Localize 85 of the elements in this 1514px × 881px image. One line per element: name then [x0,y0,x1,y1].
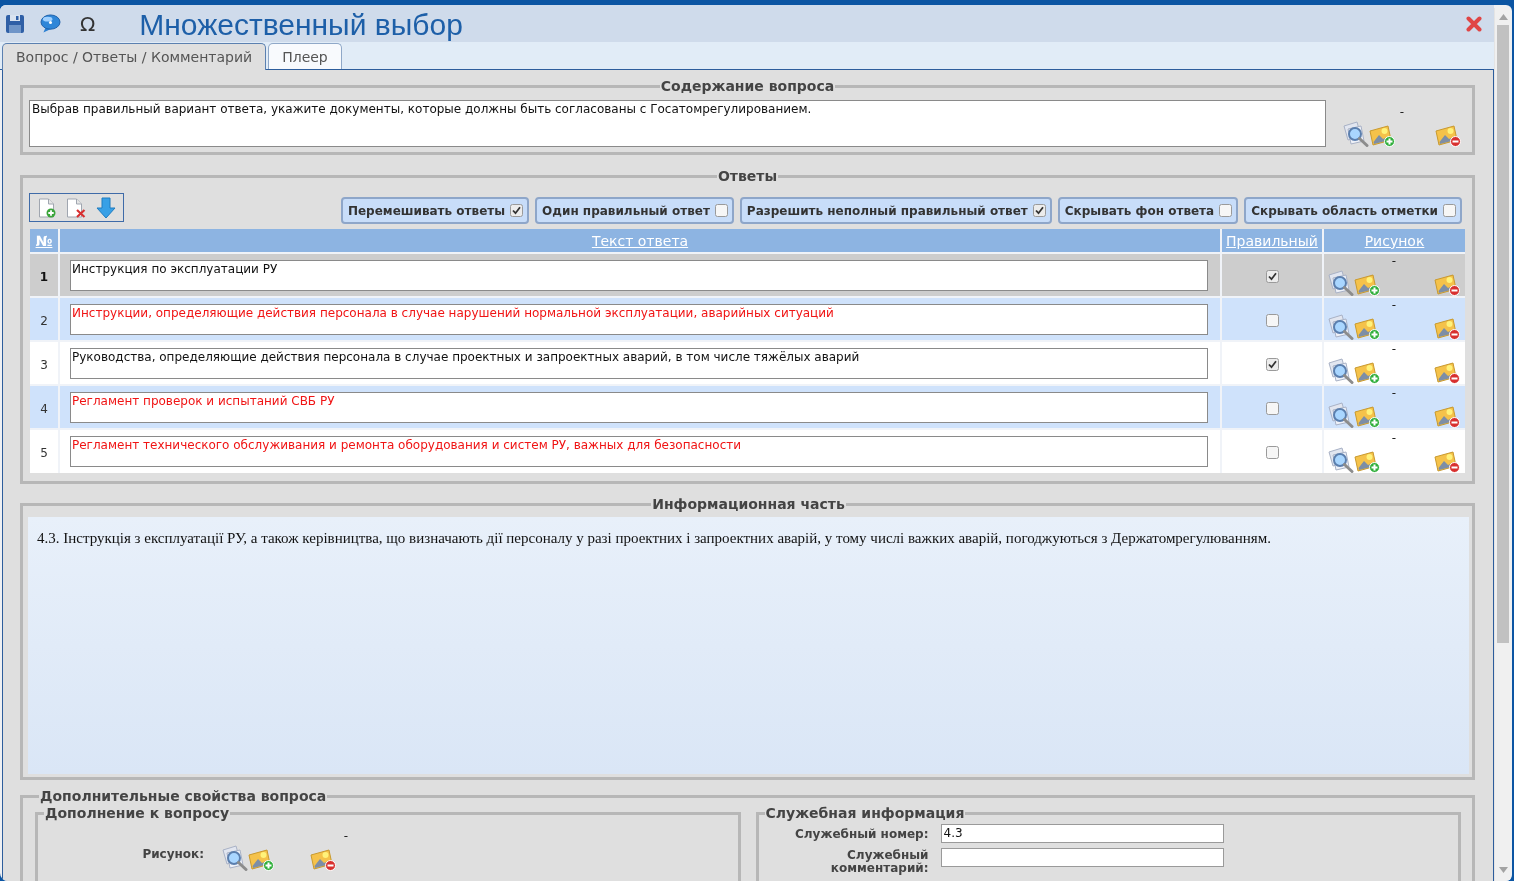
image-remove-icon[interactable] [1434,450,1460,473]
checkbox[interactable] [1265,313,1279,327]
section-title: Информационная часть [651,496,846,513]
image-remove-icon[interactable] [310,849,336,871]
field-label: Служебный комментарий: [830,848,929,875]
checkbox[interactable] [1265,401,1279,415]
section-title: Ответы [716,168,779,185]
row-number: 1 [39,269,49,284]
picture-caption: - [1391,298,1397,312]
answer-row[interactable]: 5 Регламент технического обслуживания и ремонта оборудования и систем РУ, важных для безопасности - [30,429,1465,473]
scrollbar-thumb[interactable] [1497,25,1509,643]
answer-field[interactable]: Инструкция по эксплуатации РУ [70,259,1208,291]
option-toggle[interactable]: Перемешивать ответы [340,197,530,224]
row-number: 3 [40,357,48,372]
answer-row[interactable]: 2 Инструкции, определяющие действия персонала в случае нарушений нормальной эксплуатации, аварийных ситуаций - [30,297,1465,341]
scrollbar[interactable] [1494,8,1511,881]
image-remove-icon[interactable] [1435,125,1461,147]
tab[interactable]: Вопрос / Ответы / Комментарий [2,43,267,70]
image-add-icon[interactable] [1354,362,1380,384]
section-title: Дополнение к вопросу [44,805,231,822]
section-title: Служебная информация [764,805,966,822]
row-number: 4 [40,401,48,416]
magnifier-icon[interactable] [222,845,248,871]
answer-field[interactable]: Руководства, определяющие действия персонала в случае проектных и запроектных аварий, в том числе тяжёлых аварий [70,347,1208,379]
down-arrow-icon[interactable] [96,196,116,219]
checkbox[interactable] [1265,446,1279,459]
checkbox[interactable] [510,204,524,217]
section-title: Содержание вопроса [659,78,836,95]
checkbox[interactable] [1265,269,1279,283]
document-add-icon[interactable] [38,197,56,218]
checkbox[interactable] [1219,204,1233,217]
option-toggle[interactable]: Разрешить неполный правильный ответ [739,197,1052,224]
image-remove-icon[interactable] [1434,318,1460,340]
answer-row[interactable]: 1 Инструкция по эксплуатации РУ - [30,253,1465,297]
option-toggle[interactable]: Скрывать область отметки [1244,197,1462,224]
picture-caption: - [1391,342,1397,356]
window-title: Множественный выбор [139,6,463,42]
picture-caption: - [1391,430,1397,445]
magnifier-icon[interactable] [1328,402,1354,428]
picture-caption: - [343,829,348,843]
question-field[interactable]: Выбрав правильный вариант ответа, укажите документы, которые должны быть согласованы с Госатомрегулированием. [29,100,1326,147]
picture-caption: - [1391,386,1397,400]
checkbox[interactable] [714,204,728,217]
picture-caption: - [1391,254,1397,268]
section-title: Дополнительные свойства вопроса [39,788,328,805]
picture-caption: - [1399,105,1405,119]
save-icon[interactable] [5,13,25,34]
checkbox[interactable] [1265,357,1279,371]
answer-field[interactable]: Регламент проверок и испытаний СВБ РУ [70,391,1208,423]
magnifier-icon[interactable] [1328,314,1354,340]
image-remove-icon[interactable] [1434,362,1460,384]
checkbox[interactable] [1032,204,1046,217]
image-remove-icon[interactable] [1434,406,1460,428]
magnifier-icon[interactable] [1328,446,1354,473]
speech-bubble-icon[interactable] [40,14,61,33]
option-toggle[interactable]: Один правильный ответ [535,197,734,224]
image-add-icon[interactable] [1354,318,1380,340]
document-delete-icon[interactable] [66,197,86,218]
option-toggle[interactable]: Скрывать фон ответа [1057,197,1239,224]
image-remove-icon[interactable] [1434,274,1460,296]
magnifier-icon[interactable] [1328,358,1354,384]
field-label: Рисунок: [142,847,204,861]
text-field[interactable] [940,848,1224,867]
row-number: 2 [40,313,48,328]
info-text: 4.3. Інструкція з експлуатації РУ, а також керівництва, що визначають дії персоналу у разі проектних і запроектних аварій, у тому числі важких аварій, погоджуються з Держатомрегулюванням. [37,529,1272,547]
answer-row[interactable]: 4 Регламент проверок и испытаний СВБ РУ - [30,385,1465,429]
answer-field[interactable]: Регламент технического обслуживания и ремонта оборудования и систем РУ, важных для безопасности [70,436,1208,467]
answer-row[interactable]: 3 Руководства, определяющие действия персонала в случае проектных и запроектных аварий, в том числе тяжёлых аварий - [30,341,1465,385]
checkbox[interactable] [1443,204,1456,217]
answer-field[interactable]: Инструкции, определяющие действия персонала в случае нарушений нормальной эксплуатации, аварийных ситуаций [70,303,1208,335]
row-number: 5 [40,446,48,460]
image-add-icon[interactable] [1354,406,1380,428]
magnifier-icon[interactable] [1343,121,1369,147]
symbol-button[interactable]: Ω [80,12,96,35]
tab[interactable]: Плеер [268,43,342,69]
close-icon[interactable] [1466,15,1482,32]
scroll-down-icon[interactable] [1498,867,1508,873]
field-label: Служебный номер: [795,827,929,841]
scroll-up-icon[interactable] [1498,14,1508,20]
image-add-icon[interactable] [248,849,274,871]
magnifier-icon[interactable] [1328,270,1354,296]
image-add-icon[interactable] [1369,125,1395,147]
image-add-icon[interactable] [1354,450,1380,473]
image-add-icon[interactable] [1354,274,1380,296]
text-field[interactable]: 4.3 [940,824,1224,843]
